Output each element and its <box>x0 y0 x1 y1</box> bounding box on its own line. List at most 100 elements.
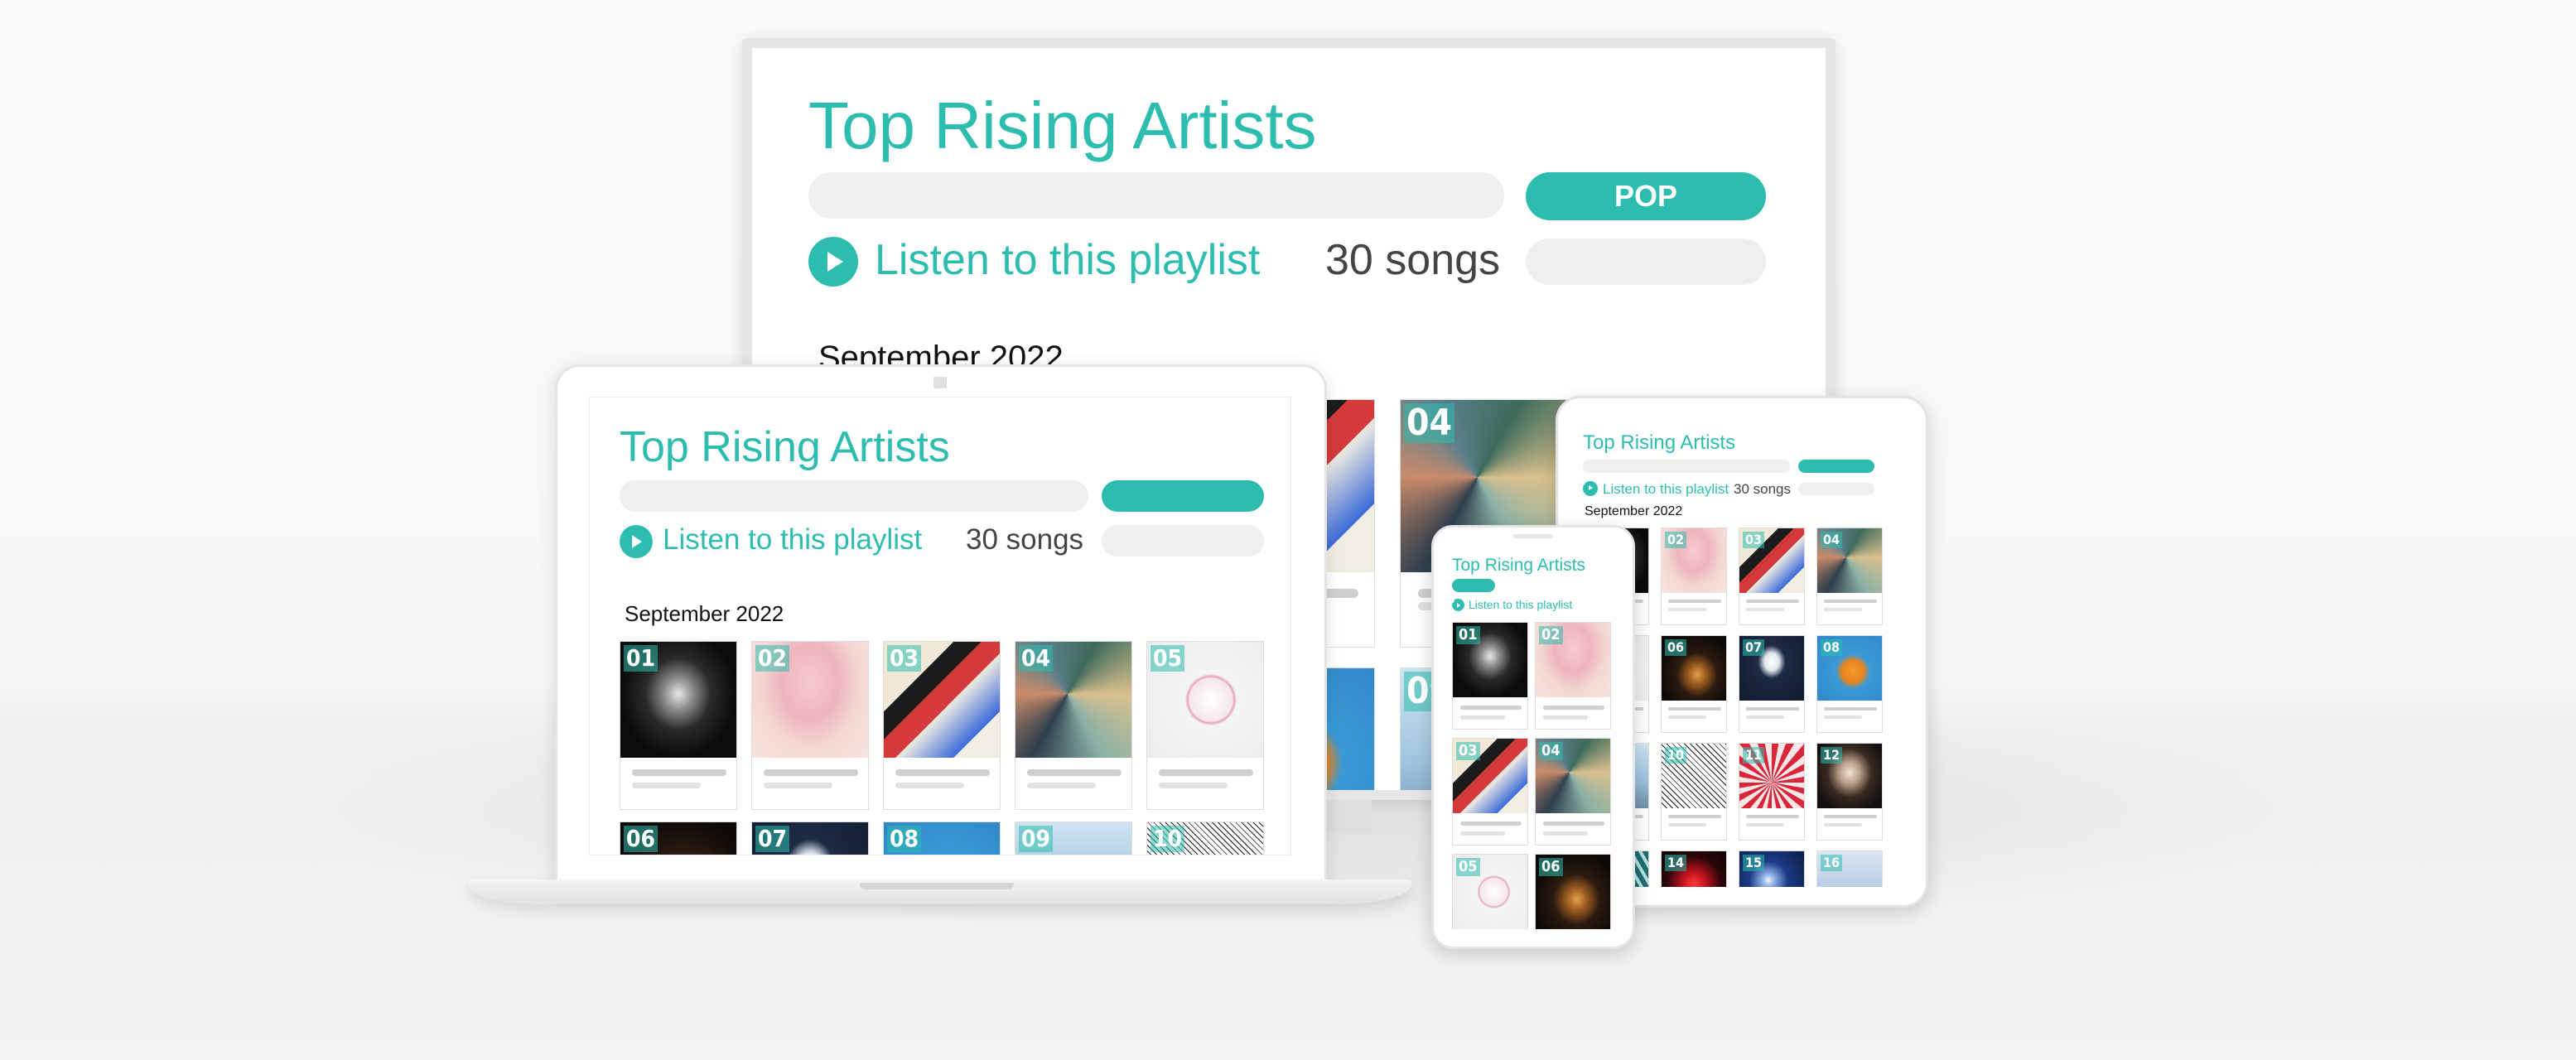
search-bar[interactable] <box>808 172 1504 219</box>
listen-link[interactable]: Listen to this playlist <box>1469 598 1572 611</box>
title-placeholder <box>1746 707 1799 711</box>
track-number-badge: 04 <box>1404 403 1455 443</box>
album-card[interactable]: 05 <box>1452 854 1528 930</box>
track-number-badge: 04 <box>1019 645 1054 672</box>
title-placeholder <box>1668 600 1721 603</box>
page-title: Top Rising Artists <box>620 423 950 471</box>
subtitle-placeholder <box>1460 831 1505 836</box>
subtitle-placeholder <box>1668 716 1707 719</box>
listen-link[interactable]: Listen to this playlist <box>875 235 1260 285</box>
track-number-badge: 02 <box>1665 532 1687 548</box>
track-number-badge: 03 <box>887 645 922 672</box>
track-number-badge: 11 <box>1743 747 1765 764</box>
track-number-badge: 01 <box>624 645 658 672</box>
song-count: 30 songs <box>1734 481 1791 497</box>
play-circle-icon[interactable] <box>808 237 858 287</box>
page-title: Top Rising Artists <box>808 89 1317 162</box>
album-card[interactable]: 03 <box>883 641 1001 810</box>
album-card[interactable]: 04 <box>1015 641 1132 810</box>
track-number-badge: 05 <box>1151 645 1185 672</box>
phone-speaker <box>1513 534 1553 538</box>
album-card[interactable]: 09 <box>1015 822 1132 855</box>
track-number-badge: 15 <box>1743 855 1765 871</box>
album-card[interactable]: 08 <box>883 822 1001 855</box>
track-number-badge: 06 <box>624 826 658 852</box>
play-triangle-icon <box>632 535 643 548</box>
album-grid: 01 02 03 04 05 06 <box>1452 622 1611 930</box>
device-showcase: Top Rising Artists POP Listen to this pl… <box>0 0 2576 1060</box>
album-card[interactable]: 06 <box>620 822 737 855</box>
album-card[interactable]: 16 <box>1816 850 1883 887</box>
laptop-camera <box>933 377 947 388</box>
subtitle-placeholder <box>1824 716 1863 719</box>
title-placeholder <box>1460 706 1522 710</box>
album-card[interactable]: 02 <box>751 641 869 810</box>
month-heading: September 2022 <box>625 601 784 626</box>
track-number-badge: 04 <box>1539 742 1563 760</box>
phone-screen: Top Rising Artists Listen to this playli… <box>1444 544 1623 930</box>
album-card[interactable]: 07 <box>1739 635 1805 733</box>
album-card[interactable]: 01 <box>1452 622 1528 730</box>
album-card[interactable]: 14 <box>1661 850 1727 887</box>
genre-badge[interactable] <box>1102 480 1264 512</box>
album-card[interactable]: 05 <box>1146 641 1264 810</box>
album-card[interactable]: 02 <box>1535 622 1611 730</box>
title-placeholder <box>1668 815 1721 818</box>
filter-pill[interactable] <box>1526 238 1766 285</box>
genre-badge-pop[interactable]: POP <box>1526 172 1766 220</box>
album-card[interactable]: 10 <box>1661 743 1727 841</box>
album-card[interactable]: 11 <box>1739 743 1805 841</box>
album-card[interactable]: 04 <box>1816 528 1883 625</box>
genre-badge[interactable] <box>1452 579 1495 592</box>
album-card[interactable]: 01 <box>620 641 737 810</box>
search-bar[interactable] <box>620 480 1088 512</box>
subtitle-placeholder <box>895 783 964 788</box>
album-card[interactable]: 08 <box>1816 635 1883 733</box>
song-count: 30 songs <box>966 523 1084 556</box>
song-count: 30 songs <box>1325 236 1501 284</box>
subtitle-placeholder <box>1460 716 1505 720</box>
album-grid: 01 02 03 04 05 06 07 08 09 10 <box>620 641 1264 855</box>
filter-pill[interactable] <box>1798 483 1874 495</box>
album-card[interactable]: 15 <box>1739 850 1805 887</box>
subtitle-placeholder <box>1543 831 1588 836</box>
listen-link[interactable]: Listen to this playlist <box>663 523 922 556</box>
track-number-badge: 10 <box>1665 747 1687 764</box>
track-number-badge: 16 <box>1821 855 1843 871</box>
subtitle-placeholder <box>1824 823 1863 826</box>
album-card[interactable]: 03 <box>1739 528 1805 625</box>
search-bar[interactable] <box>1583 460 1790 473</box>
title-placeholder <box>632 769 726 776</box>
track-number-badge: 08 <box>887 826 922 852</box>
album-card[interactable]: 04 <box>1535 738 1611 846</box>
album-card[interactable]: 10 <box>1146 822 1264 855</box>
album-card[interactable]: 12 <box>1816 743 1883 841</box>
album-card[interactable]: 06 <box>1535 854 1611 930</box>
subtitle-placeholder <box>764 783 832 788</box>
play-circle-icon[interactable] <box>1452 599 1464 611</box>
album-card[interactable]: 06 <box>1661 635 1727 733</box>
title-placeholder <box>1668 707 1721 711</box>
play-circle-icon[interactable] <box>1583 481 1598 496</box>
album-card[interactable]: 03 <box>1452 738 1528 846</box>
title-placeholder <box>1027 769 1122 776</box>
album-card[interactable]: 07 <box>751 822 869 855</box>
subtitle-placeholder <box>1746 716 1785 719</box>
track-number-badge: 03 <box>1743 532 1765 548</box>
listen-link[interactable]: Listen to this playlist <box>1603 481 1729 498</box>
play-triangle-icon <box>1588 485 1593 491</box>
subtitle-placeholder <box>1746 608 1785 611</box>
album-card[interactable]: 02 <box>1661 528 1727 625</box>
subtitle-placeholder <box>1668 608 1707 611</box>
filter-pill[interactable] <box>1102 525 1264 556</box>
title-placeholder <box>1746 600 1799 603</box>
laptop-screen: Top Rising Artists Listen to this playli… <box>589 397 1291 855</box>
play-circle-icon[interactable] <box>620 525 653 558</box>
genre-badge[interactable] <box>1798 460 1874 473</box>
page-title: Top Rising Artists <box>1583 431 1736 454</box>
play-triangle-icon <box>1456 602 1460 608</box>
subtitle-placeholder <box>1668 823 1707 826</box>
title-placeholder <box>1543 822 1604 826</box>
track-number-badge: 09 <box>1019 826 1054 852</box>
title-placeholder <box>1824 600 1877 603</box>
